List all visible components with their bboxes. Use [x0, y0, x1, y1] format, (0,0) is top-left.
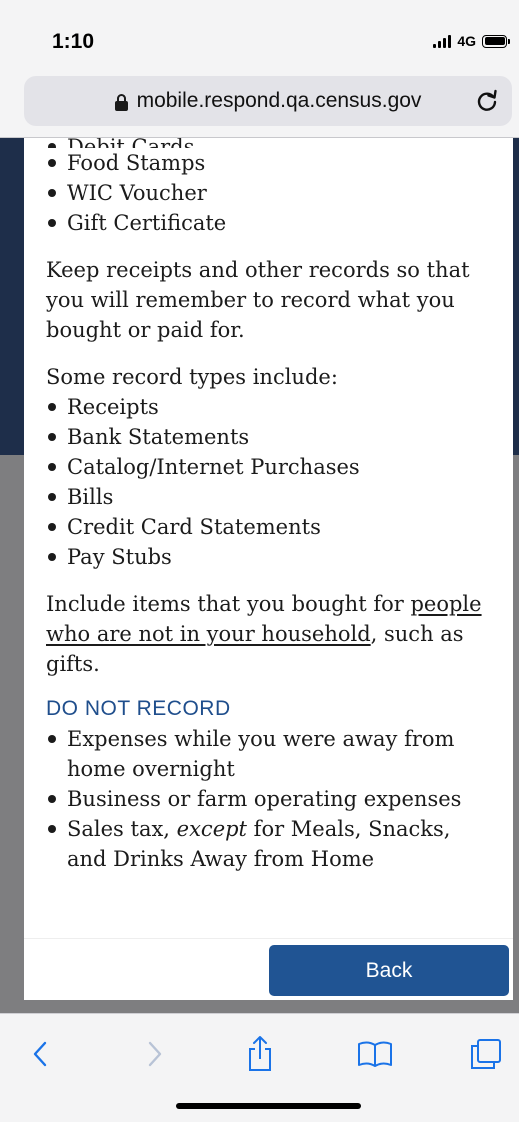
signal-icon: [433, 34, 452, 48]
url-text: mobile.respond.qa.census.gov: [136, 89, 422, 112]
lock-icon: [114, 93, 128, 111]
list-item: Bank Statements: [46, 422, 496, 452]
forward-icon[interactable]: [135, 1034, 175, 1074]
record-types-intro: Some record types include:: [46, 365, 338, 389]
list-item: WIC Voucher: [46, 178, 496, 208]
do-not-record-heading: DO NOT RECORD: [46, 697, 231, 720]
list-item: Receipts: [46, 392, 496, 422]
network-type: 4G: [457, 33, 476, 49]
list-item: Pay Stubs: [46, 542, 496, 572]
tabs-icon[interactable]: [466, 1034, 506, 1074]
list-item: Business or farm operating expenses: [46, 784, 496, 814]
list-item: Expenses while you were away from home o…: [46, 724, 496, 784]
home-indicator: [176, 1103, 361, 1109]
instructions-modal: Debit Cards Food Stamps WIC Voucher Gift…: [24, 138, 513, 1000]
include-paragraph: Include items that you bought for people…: [46, 592, 482, 676]
receipts-paragraph: Keep receipts and other records so that …: [46, 258, 470, 342]
reload-icon[interactable]: [474, 88, 500, 114]
share-icon[interactable]: [240, 1034, 280, 1074]
back-icon[interactable]: [20, 1034, 60, 1074]
list-item: Bills: [46, 482, 496, 512]
do-not-record-list: Expenses while you were away from home o…: [46, 724, 496, 874]
bookmarks-icon[interactable]: [355, 1034, 395, 1074]
record-types-list: Receipts Bank Statements Catalog/Interne…: [46, 392, 496, 572]
battery-icon: [482, 34, 510, 48]
payment-method-list: Debit Cards Food Stamps WIC Voucher Gift…: [46, 138, 496, 238]
list-item: Gift Certificate: [46, 208, 496, 238]
status-indicators: 4G: [433, 33, 510, 49]
browser-address-area: mobile.respond.qa.census.gov: [0, 70, 519, 138]
status-time: 1:10: [52, 30, 95, 53]
address-bar[interactable]: mobile.respond.qa.census.gov: [24, 76, 512, 126]
back-button[interactable]: Back: [269, 945, 509, 996]
list-item: Debit Cards: [46, 138, 496, 148]
list-item: Sales tax, except for Meals, Snacks, and…: [46, 814, 496, 874]
modal-footer: Back: [24, 938, 513, 1000]
list-item: Food Stamps: [46, 148, 496, 178]
list-item: Credit Card Statements: [46, 512, 496, 542]
modal-content: Debit Cards Food Stamps WIC Voucher Gift…: [46, 138, 496, 874]
status-bar: 1:10 4G: [0, 0, 519, 70]
list-item: Catalog/Internet Purchases: [46, 452, 496, 482]
